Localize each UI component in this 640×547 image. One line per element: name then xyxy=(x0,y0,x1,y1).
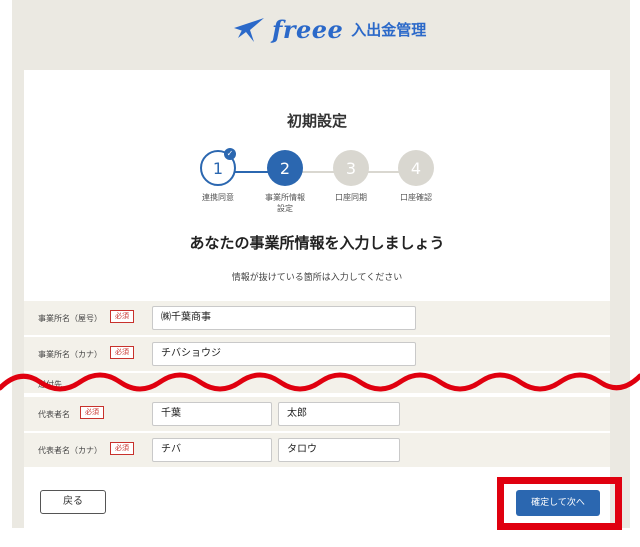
required-badge: 必須 xyxy=(110,442,134,455)
progress-stepper: 1 ✓ 2 3 4 連携同意 事業所情報 設定 口座同期 口座確認 xyxy=(24,148,610,220)
step-3: 3 xyxy=(333,150,369,186)
step-number: 1 xyxy=(212,158,224,178)
rep-first-name-kana-input[interactable]: タロウ xyxy=(278,438,400,462)
required-badge: 必須 xyxy=(110,310,134,323)
step-2: 2 xyxy=(267,150,303,186)
back-button[interactable]: 戻る xyxy=(40,490,106,514)
cut-wave-divider xyxy=(0,372,640,392)
field-label: 事業所名（屋号） xyxy=(38,314,102,323)
form-row-business-name: 事業所名（屋号） 必須 ㈱千葉商事 xyxy=(24,301,610,335)
step-label: 口座確認 xyxy=(400,193,432,202)
required-badge: 必須 xyxy=(80,406,104,419)
product-name: 入出金管理 xyxy=(351,20,427,39)
section-headline: あなたの事業所情報を入力しましょう xyxy=(189,234,445,252)
page-title: 初期設定 xyxy=(286,112,347,130)
brand-name: freee xyxy=(272,14,344,44)
business-name-input[interactable]: ㈱千葉商事 xyxy=(152,306,416,330)
step-number: 4 xyxy=(410,158,422,178)
form-row-rep-name-kana: 代表者名（カナ） 必須 チバ タロウ xyxy=(24,433,610,467)
freee-bird-icon xyxy=(234,18,264,42)
step-number: 3 xyxy=(345,158,357,178)
step-label: 事業所情報 設定 xyxy=(265,193,305,213)
step-label: 連携同意 xyxy=(202,193,234,202)
app-logo: freee 入出金管理 xyxy=(232,12,426,46)
field-label: 代表者名 xyxy=(38,410,70,419)
field-label: 事業所名（カナ） xyxy=(38,350,102,359)
required-badge: 必須 xyxy=(110,346,134,359)
check-icon: ✓ xyxy=(224,148,236,160)
rep-last-name-kana-input[interactable]: チバ xyxy=(152,438,272,462)
rep-last-name-input[interactable]: 千葉 xyxy=(152,402,272,426)
step-number: 2 xyxy=(279,158,291,178)
step-4: 4 xyxy=(398,150,434,186)
highlight-frame xyxy=(497,477,622,530)
field-label: 代表者名（カナ） xyxy=(38,446,102,455)
section-subtext: 情報が抜けている箇所は入力してください xyxy=(231,273,403,283)
rep-first-name-input[interactable]: 太郎 xyxy=(278,402,400,426)
setup-card: 初期設定 1 ✓ 2 3 4 連携同意 事業所情報 設定 口座同期 口座確認 あ… xyxy=(24,70,610,528)
step-label: 口座同期 xyxy=(335,193,367,202)
form-row-rep-name: 代表者名 必須 千葉 太郎 xyxy=(24,397,610,431)
